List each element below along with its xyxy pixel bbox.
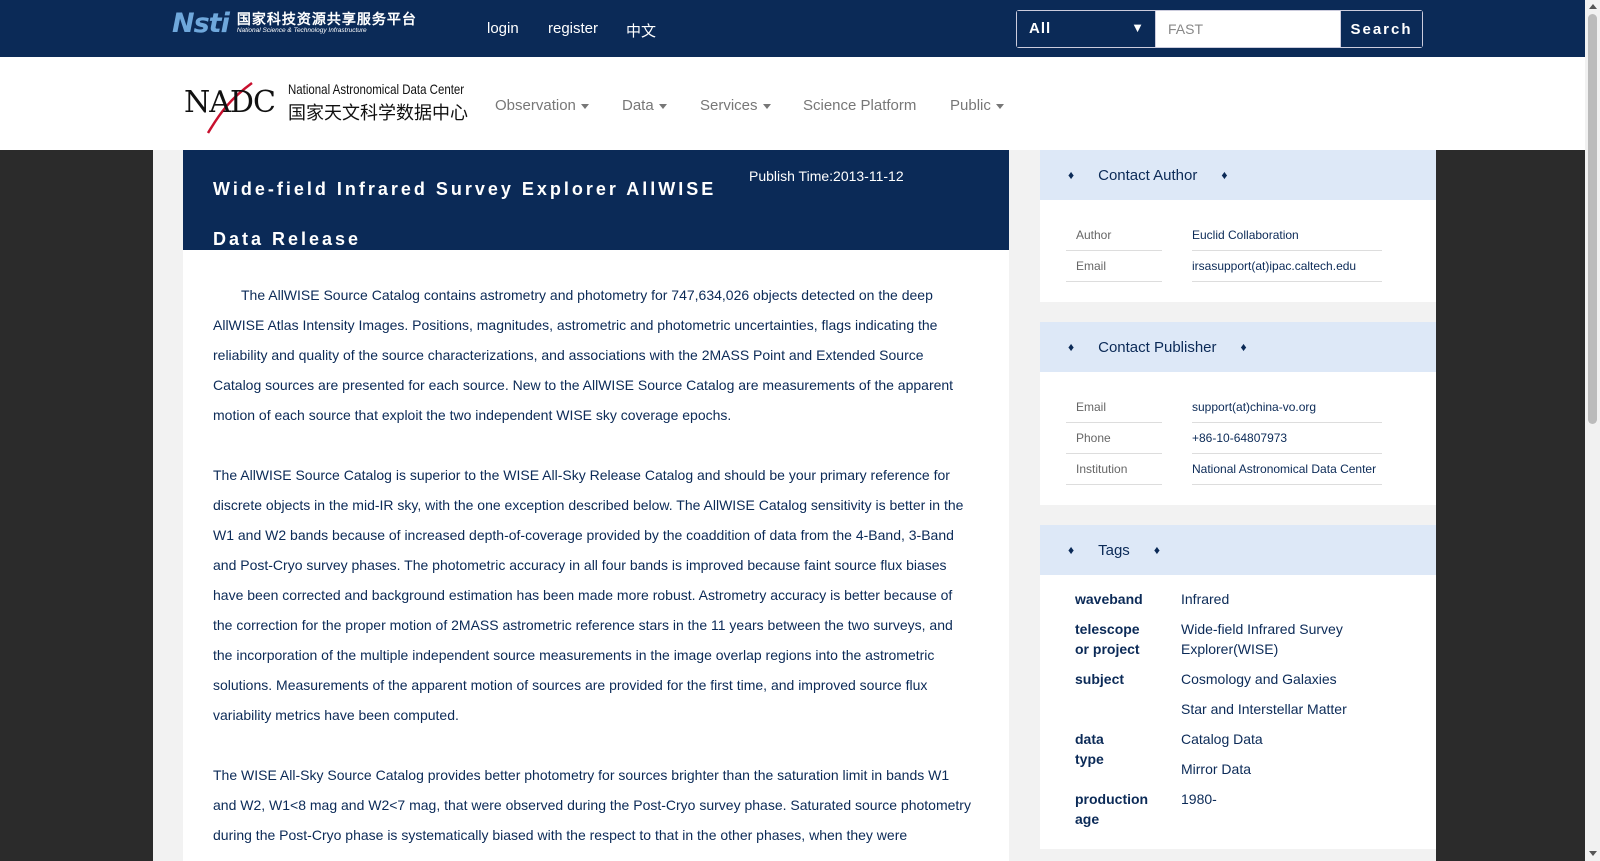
kv-key: Phone [1066, 423, 1162, 454]
search-bar: All ▼ Search [1016, 10, 1423, 48]
chevron-down-icon: ▼ [1131, 20, 1145, 35]
nav-observation-label: Observation [495, 97, 576, 114]
tag-row: subject Cosmology and Galaxies Star and … [1075, 669, 1436, 719]
caret-down-icon [580, 103, 589, 109]
diamond-icon: ♦ [1068, 543, 1075, 557]
description-paragraph: The AllWISE Source Catalog is superior t… [213, 467, 964, 723]
nav-science-platform[interactable]: Science Platform [803, 97, 916, 114]
diamond-icon: ♦ [1153, 543, 1160, 557]
tags-panel: ♦ Tags ♦ waveband Infrared telescope or … [1040, 525, 1436, 849]
nav-services-label: Services [700, 97, 758, 114]
scroll-down-icon[interactable] [1589, 851, 1597, 856]
tag-key: telescope or project [1075, 621, 1140, 657]
scrollbar-thumb[interactable] [1588, 14, 1597, 424]
search-input[interactable] [1156, 11, 1340, 47]
description-paragraph: The AllWISE Source Catalog contains astr… [213, 287, 954, 423]
nav-services[interactable]: Services [700, 97, 771, 114]
nsti-logo-cn: 国家科技资源共享服务平台 [236, 10, 417, 27]
caret-down-icon [762, 103, 771, 109]
search-scope-select[interactable]: All ▼ [1017, 11, 1156, 47]
tag-value[interactable]: Infrared [1181, 589, 1371, 609]
tag-row: telescope or project Wide-field Infrared… [1075, 619, 1436, 659]
kv-row: Author Euclid Collaboration [1066, 220, 1436, 251]
kv-key: Author [1066, 220, 1162, 251]
nadc-logo[interactable]: NADC National Astronomical Data Center 国… [184, 79, 468, 135]
language-link[interactable]: 中文 [626, 20, 656, 41]
nav-public[interactable]: Public [950, 97, 1004, 114]
kv-key: Institution [1066, 454, 1162, 485]
login-link[interactable]: login [487, 20, 519, 37]
contact-publisher-panel: ♦ Contact Publisher ♦ Email support(at)ch… [1040, 322, 1436, 505]
caret-down-icon [658, 103, 667, 109]
nav-science-platform-label: Science Platform [803, 97, 917, 114]
tag-value[interactable]: Catalog Data [1181, 729, 1371, 749]
kv-row: Email support(at)china-vo.org [1066, 392, 1436, 423]
tag-value[interactable]: Star and Interstellar Matter [1181, 699, 1371, 719]
caret-down-icon [995, 103, 1004, 109]
kv-key: Email [1066, 251, 1162, 282]
kv-key: Email [1066, 392, 1162, 423]
dataset-title: Wide-field Infrared Survey Explorer AllW… [213, 179, 717, 249]
tag-key: data type [1075, 731, 1104, 767]
diamond-icon: ♦ [1221, 168, 1228, 182]
kv-value: irsasupport(at)ipac.caltech.edu [1192, 251, 1382, 282]
kv-value: National Astronomical Data Center [1192, 454, 1382, 485]
kv-row: Phone +86-10-64807973 [1066, 423, 1436, 454]
description-paragraph: The WISE All-Sky Source Catalog provides… [213, 767, 971, 843]
tag-key: production age [1075, 791, 1149, 827]
tag-key: waveband [1075, 591, 1143, 607]
tag-row: data type Catalog Data Mirror Data [1075, 729, 1436, 779]
search-button[interactable]: Search [1340, 11, 1422, 47]
panel-header: ♦ Contact Publisher ♦ [1040, 322, 1436, 372]
nadc-logo-en: National Astronomical Data Center [288, 81, 465, 97]
nav-data[interactable]: Data [622, 97, 667, 114]
nav-observation[interactable]: Observation [495, 97, 589, 114]
kv-value: Euclid Collaboration [1192, 220, 1382, 251]
diamond-icon: ♦ [1068, 168, 1075, 182]
kv-value: support(at)china-vo.org [1192, 392, 1382, 423]
tag-value[interactable]: Cosmology and Galaxies [1181, 669, 1371, 689]
tag-row: production age 1980- [1075, 789, 1436, 829]
dataset-main: Wide-field Infrared Survey Explorer AllW… [183, 150, 1009, 861]
nsti-logo[interactable]: Nsti 国家科技资源共享服务平台 National Science & Tec… [172, 6, 432, 40]
panel-title: Tags [1098, 541, 1130, 559]
tag-value[interactable]: 1980- [1181, 789, 1371, 809]
tag-value[interactable]: Mirror Data [1181, 759, 1371, 779]
kv-row: Email irsasupport(at)ipac.caltech.edu [1066, 251, 1436, 282]
dataset-description: The AllWISE Source Catalog contains astr… [183, 250, 1009, 850]
kv-row: Institution National Astronomical Data Ce… [1066, 454, 1436, 485]
nav-public-label: Public [950, 97, 991, 114]
register-link[interactable]: register [548, 20, 598, 37]
nav-data-label: Data [622, 97, 654, 114]
panel-header: ♦ Contact Author ♦ [1040, 150, 1436, 200]
nsti-logo-en: National Science & Technology Infrastruc… [236, 26, 367, 34]
panel-title: Contact Publisher [1098, 338, 1217, 356]
scroll-up-icon[interactable] [1589, 4, 1597, 9]
diamond-icon: ♦ [1068, 340, 1075, 354]
nadc-logo-mark: NADC [184, 85, 276, 120]
kv-value: +86-10-64807973 [1192, 423, 1382, 454]
panel-title: Contact Author [1098, 166, 1198, 184]
sidebar: ♦ Contact Author ♦ Author Euclid Collabor… [1040, 150, 1436, 861]
contact-author-panel: ♦ Contact Author ♦ Author Euclid Collabor… [1040, 150, 1436, 302]
nadc-logo-cn: 国家天文科学数据中心 [288, 103, 468, 123]
top-bar: Nsti 国家科技资源共享服务平台 National Science & Tec… [0, 0, 1585, 57]
tag-key: subject [1075, 671, 1125, 687]
main-nav: NADC National Astronomical Data Center 国… [0, 57, 1585, 150]
dataset-header: Wide-field Infrared Survey Explorer AllW… [183, 150, 1009, 250]
page-scrollbar[interactable] [1585, 0, 1600, 861]
tag-row: waveband Infrared [1075, 589, 1436, 609]
diamond-icon: ♦ [1240, 340, 1247, 354]
nsti-logo-mark: Nsti [172, 7, 230, 39]
search-scope-value: All [1029, 20, 1052, 37]
tag-value[interactable]: Wide-field Infrared Survey Explorer(WISE… [1181, 619, 1371, 659]
publish-time: Publish Time:2013-11-12 [749, 168, 904, 184]
panel-header: ♦ Tags ♦ [1040, 525, 1436, 575]
